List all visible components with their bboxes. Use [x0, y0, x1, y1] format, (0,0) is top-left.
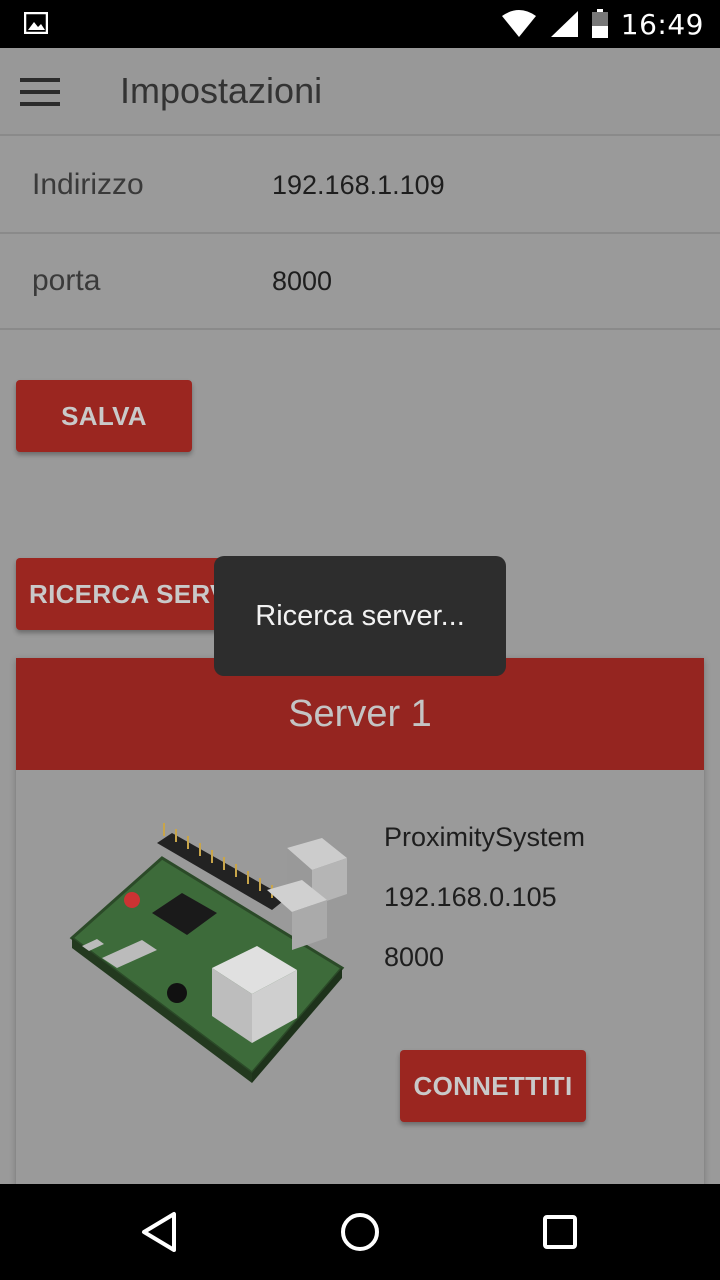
port-field[interactable]: 8000: [272, 266, 332, 297]
recents-icon[interactable]: [536, 1208, 584, 1256]
address-field[interactable]: 192.168.1.109: [272, 170, 445, 201]
hamburger-menu-icon[interactable]: [20, 78, 60, 106]
battery-icon: [591, 9, 608, 38]
port-row[interactable]: porta 8000: [0, 234, 720, 330]
port-label: porta: [32, 264, 101, 297]
back-icon[interactable]: [136, 1208, 184, 1256]
raspberry-pi-board-image: [69, 823, 347, 1083]
save-button[interactable]: SALVA: [16, 380, 192, 452]
app-bar: Impostazioni: [0, 48, 720, 136]
server-ip: 192.168.0.105: [384, 882, 557, 912]
server-info: ProximitySystem 192.168.0.105 8000: [384, 822, 585, 1002]
home-icon[interactable]: [336, 1208, 384, 1256]
status-time: 16:49: [620, 7, 704, 41]
cell-signal-icon: [550, 11, 578, 37]
system-nav-bar: [0, 1184, 720, 1280]
server-name: ProximitySystem: [384, 822, 586, 852]
status-bar: 16:49: [0, 0, 720, 48]
page-title: Impostazioni: [120, 70, 323, 111]
address-label: Indirizzo: [32, 168, 144, 201]
address-row[interactable]: Indirizzo 192.168.1.109: [0, 138, 720, 234]
wifi-icon: [501, 10, 536, 37]
connect-button[interactable]: CONNETTITI: [400, 1050, 586, 1122]
server-port: 8000: [384, 942, 445, 972]
searching-toast: Ricerca server...: [214, 556, 506, 676]
server-card: Server 1 ProximitySystem 192.168.0.105 8…: [16, 658, 704, 1198]
image-notification-icon: [24, 12, 48, 34]
